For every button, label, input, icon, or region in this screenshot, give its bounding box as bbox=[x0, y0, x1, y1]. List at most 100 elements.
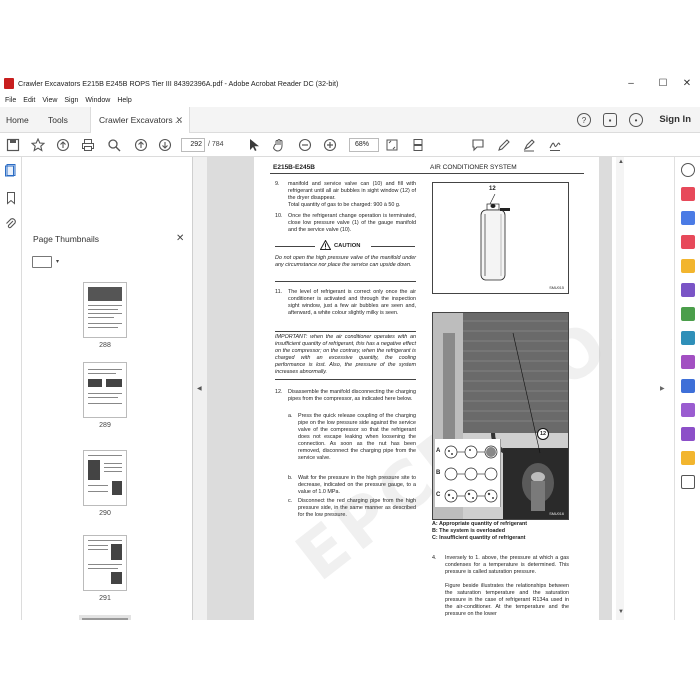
save-icon[interactable] bbox=[5, 137, 21, 153]
page-up-icon[interactable] bbox=[133, 137, 149, 153]
tab-tools[interactable]: Tools bbox=[48, 107, 68, 133]
scroll-up-icon[interactable]: ▲ bbox=[618, 159, 624, 165]
send-for-review-icon[interactable] bbox=[681, 451, 695, 465]
print-icon[interactable] bbox=[80, 137, 96, 153]
substep-letter: b. bbox=[288, 475, 293, 481]
step-number: 4. bbox=[432, 555, 437, 561]
header-rule bbox=[270, 173, 584, 174]
document-scrollbar[interactable]: ▲ ▶ ▼ bbox=[612, 157, 674, 620]
collapse-arrow-icon[interactable]: ◀ bbox=[197, 385, 202, 392]
thumbnail-page-291[interactable] bbox=[83, 535, 127, 591]
pdf-page: EPCDEPO.COM E215B-E245B AIR CONDITIONER … bbox=[254, 157, 612, 620]
search-tool-icon[interactable] bbox=[681, 163, 695, 177]
minimize-button[interactable]: – bbox=[616, 73, 646, 93]
step-11-text: The level of refrigerant is correct only… bbox=[288, 289, 416, 316]
menu-edit[interactable]: Edit bbox=[23, 97, 35, 104]
combine-files-icon[interactable] bbox=[681, 283, 695, 297]
tab-document[interactable]: Crawler Excavators ... ✕ bbox=[90, 107, 190, 133]
left-nav-strip bbox=[0, 157, 22, 620]
figure-code: SMU016 bbox=[549, 512, 564, 516]
highlight-icon[interactable] bbox=[521, 137, 537, 153]
page-thumbnails-panel: Page Thumbnails ✕ ▾ 288 289 290 291 bbox=[22, 157, 210, 620]
step-4-text: Inversely to 1. above, the pressure at w… bbox=[445, 555, 569, 575]
zoom-out-icon[interactable] bbox=[297, 137, 313, 153]
menu-file[interactable]: File bbox=[5, 97, 16, 104]
menu-window[interactable]: Window bbox=[85, 97, 110, 104]
row-label: C bbox=[436, 492, 441, 498]
legend-b: B: The system is overloaded bbox=[432, 528, 506, 534]
upload-icon[interactable] bbox=[55, 137, 71, 153]
title-bar: Crawler Excavators E215B E245B ROPS Tier… bbox=[0, 73, 700, 93]
sight-glass-legend: A B C bbox=[435, 439, 501, 507]
menu-sign[interactable]: Sign bbox=[64, 97, 78, 104]
search-icon[interactable] bbox=[106, 137, 122, 153]
thumbnail-page-290[interactable] bbox=[83, 450, 127, 506]
prepare-form-icon[interactable] bbox=[681, 403, 695, 417]
create-pdf-icon[interactable] bbox=[681, 211, 695, 225]
thumbnail-page-292[interactable] bbox=[79, 615, 131, 620]
thumbnail-label: 291 bbox=[99, 595, 111, 602]
thumbnail-page-288[interactable] bbox=[83, 282, 127, 338]
comment-icon[interactable] bbox=[470, 137, 486, 153]
figure-code: SMU015 bbox=[549, 286, 564, 290]
row-label: B bbox=[436, 470, 441, 476]
thumbnails-icon[interactable] bbox=[4, 163, 18, 177]
step-9-quantity: Total quantity of gas to be charged: 900… bbox=[288, 202, 401, 208]
notifications-icon[interactable]: ▪ bbox=[603, 113, 617, 127]
row-label: A bbox=[436, 448, 441, 454]
figure-dryer: 12 SMU015 bbox=[432, 182, 569, 294]
thumbnail-page-289[interactable] bbox=[83, 362, 127, 418]
send-for-signature-icon[interactable] bbox=[681, 427, 695, 441]
page-down-icon[interactable] bbox=[157, 137, 173, 153]
zoom-in-icon[interactable] bbox=[322, 137, 338, 153]
figure-condenser: 12 A B C SMU016 bbox=[432, 312, 569, 520]
panel-splitter[interactable]: ◀ bbox=[193, 157, 207, 620]
caution-label: CAUTION bbox=[334, 243, 361, 249]
window-title: Crawler Excavators E215B E245B ROPS Tier… bbox=[18, 78, 339, 88]
help-icon[interactable]: ? bbox=[577, 113, 591, 127]
sign-icon[interactable] bbox=[547, 137, 563, 153]
hand-tool-icon[interactable] bbox=[271, 137, 287, 153]
zoom-level-select[interactable]: 68% bbox=[349, 138, 379, 152]
step-9-text: manifold and service valve can (10) and … bbox=[288, 181, 416, 201]
attachments-icon[interactable] bbox=[4, 217, 18, 231]
edit-pdf-icon[interactable] bbox=[681, 235, 695, 249]
warning-triangle-icon bbox=[320, 240, 331, 250]
step-number: 12. bbox=[275, 389, 283, 395]
scan-ocr-icon[interactable] bbox=[681, 331, 695, 345]
page-number-input[interactable]: 292 bbox=[181, 138, 205, 152]
export-pdf-icon[interactable] bbox=[681, 187, 695, 201]
acrobat-logo-icon bbox=[4, 77, 14, 89]
close-window-button[interactable]: ✕ bbox=[672, 73, 700, 93]
organize-pages-icon[interactable] bbox=[681, 307, 695, 321]
expand-right-panel-icon[interactable]: ▶ bbox=[660, 385, 665, 392]
scroll-mode-icon[interactable] bbox=[410, 137, 426, 153]
more-tools-icon[interactable] bbox=[681, 475, 695, 489]
legend-c: C: Insufficient quantity of refrigerant bbox=[432, 535, 526, 541]
comment-tool-icon[interactable] bbox=[681, 259, 695, 273]
scroll-down-icon[interactable]: ▼ bbox=[618, 609, 624, 615]
step-4-continuation: Figure beside illustrates the relationsh… bbox=[445, 583, 569, 617]
account-icon[interactable]: • bbox=[629, 113, 643, 127]
step-12a-text: Press the quick release coupling of the … bbox=[298, 413, 416, 461]
menu-bar: File Edit View Sign Window Help bbox=[0, 93, 700, 107]
tab-home[interactable]: Home bbox=[6, 107, 29, 133]
bookmarks-icon[interactable] bbox=[4, 191, 18, 205]
pen-icon[interactable] bbox=[496, 137, 512, 153]
fit-page-icon[interactable] bbox=[384, 137, 400, 153]
menu-view[interactable]: View bbox=[42, 97, 57, 104]
fill-sign-icon[interactable] bbox=[681, 355, 695, 369]
right-tools-pane bbox=[674, 157, 700, 620]
select-cursor-icon[interactable] bbox=[246, 137, 262, 153]
page-header-right: AIR CONDITIONER SYSTEM bbox=[430, 164, 517, 171]
sign-in-button[interactable]: Sign In bbox=[659, 114, 691, 125]
step-12-text: Disassemble the manifold disconnecting t… bbox=[288, 389, 416, 402]
protect-icon[interactable] bbox=[681, 379, 695, 393]
legend-a: A: Appropriate quantity of refrigerant bbox=[432, 521, 528, 527]
bookmark-star-icon[interactable] bbox=[30, 137, 46, 153]
figure-callout: 12 bbox=[537, 428, 549, 440]
menu-help[interactable]: Help bbox=[117, 97, 131, 104]
page-total: / 784 bbox=[208, 141, 224, 148]
substep-letter: c. bbox=[288, 498, 293, 504]
close-tab-icon[interactable]: ✕ bbox=[175, 115, 183, 126]
